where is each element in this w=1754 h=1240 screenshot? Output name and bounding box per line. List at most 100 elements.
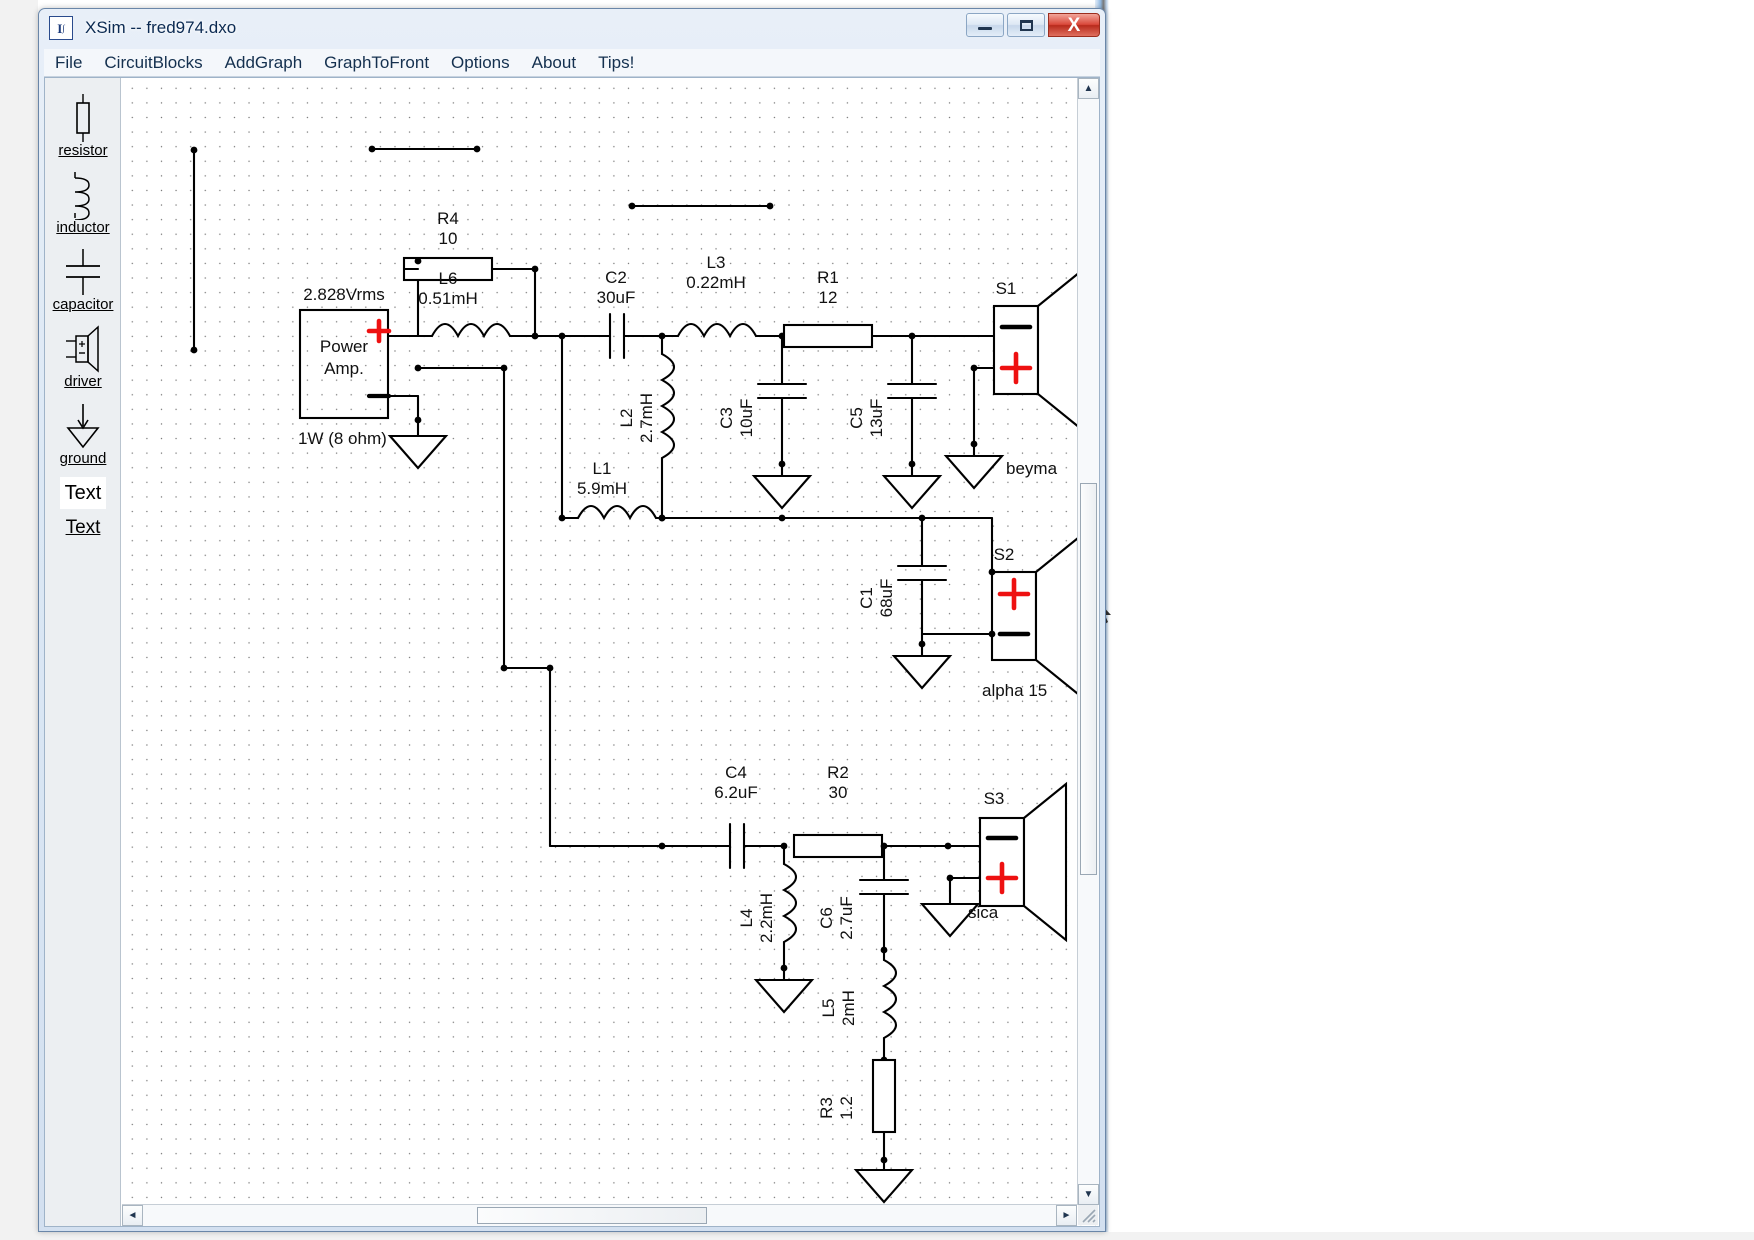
palette-item-text-label[interactable]: Text <box>45 509 121 539</box>
label-C1-value: 68uF <box>877 579 896 618</box>
inductor-L5 <box>881 948 898 1062</box>
resistor-R3 <box>871 1058 897 1134</box>
label-power-amp-line1: Power <box>320 337 369 356</box>
label-C4-value: 6.2uF <box>714 783 757 802</box>
ground-symbol-amp <box>387 418 449 470</box>
maximize-button[interactable] <box>1007 13 1045 37</box>
driver-icon <box>64 323 102 375</box>
horizontal-scrollbar[interactable]: ◄ ► <box>122 1204 1077 1226</box>
ground-symbol-C1 <box>891 642 953 690</box>
horizontal-scroll-thumb[interactable] <box>477 1207 707 1224</box>
menu-options[interactable]: Options <box>440 51 521 75</box>
label-L1-value: 5.9mH <box>577 479 627 498</box>
label-C1-ref: C1 <box>857 587 876 609</box>
label-R1-value: 12 <box>819 288 838 307</box>
scroll-left-button[interactable]: ◄ <box>122 1205 143 1226</box>
resize-grip[interactable] <box>1078 1205 1098 1225</box>
inductor-L6 <box>430 322 512 339</box>
vertical-scrollbar[interactable]: ▲ ▼ <box>1077 78 1099 1205</box>
driver-S1-cone <box>1036 269 1082 431</box>
label-power-amp-line2: Amp. <box>324 359 364 378</box>
vertical-scroll-thumb[interactable] <box>1080 483 1097 875</box>
ground-symbol-C5 <box>881 462 943 510</box>
minimize-icon <box>978 27 992 30</box>
stray-wire-top <box>368 145 481 153</box>
ground-symbol-R3 <box>853 1158 915 1204</box>
label-source-voltage: 2.828Vrms <box>303 285 385 304</box>
label-C6-ref: C6 <box>817 907 836 929</box>
window-title: XSim -- fred974.dxo <box>85 18 237 37</box>
scroll-right-button[interactable]: ► <box>1056 1205 1077 1226</box>
menu-graphtofront[interactable]: GraphToFront <box>313 51 440 75</box>
capacitor-C2 <box>580 312 664 360</box>
label-L5-value: 2mH <box>839 990 858 1026</box>
client-area: resistor inductor capacitor driver groun… <box>44 77 1100 1227</box>
menu-about[interactable]: About <box>521 51 587 75</box>
chevron-right-icon: ► <box>1061 1210 1072 1221</box>
menu-tips[interactable]: Tips! <box>587 51 645 75</box>
window-controls: X <box>963 13 1100 37</box>
label-C3-ref: C3 <box>717 407 736 429</box>
capacitor-C3 <box>756 334 808 466</box>
title-bar[interactable]: I ∫ XSim -- fred974.dxo X <box>39 9 1105 47</box>
label-C5-ref: C5 <box>847 407 866 429</box>
palette-item-inductor[interactable]: inductor <box>45 169 121 246</box>
label-S3-ref: S3 <box>984 789 1005 808</box>
label-R3-value: 1.2 <box>837 1096 856 1120</box>
app-icon: I ∫ <box>49 16 73 40</box>
label-L1-ref: L1 <box>593 459 612 478</box>
menu-circuitblocks[interactable]: CircuitBlocks <box>93 51 213 75</box>
ground-symbol-L4 <box>753 966 815 1014</box>
label-R3-ref: R3 <box>817 1097 836 1119</box>
driver-S3-cone <box>1022 781 1068 943</box>
label-S1-ref: S1 <box>996 279 1017 298</box>
label-source-power: 1W (8 ohm) <box>298 429 387 448</box>
label-S2-name: alpha 15 <box>982 681 1047 700</box>
palette-item-resistor[interactable]: resistor <box>45 92 121 169</box>
scroll-up-button[interactable]: ▲ <box>1078 78 1099 99</box>
menu-addgraph[interactable]: AddGraph <box>214 51 314 75</box>
xsim-window: I ∫ XSim -- fred974.dxo X File CircuitBlo… <box>38 8 1106 1232</box>
label-R4-ref: R4 <box>437 209 459 228</box>
maximize-icon <box>1019 19 1033 31</box>
desktop-bottom-strip <box>0 1232 1754 1240</box>
inductor-L4 <box>781 844 798 970</box>
desktop-left-strip <box>0 0 38 1240</box>
stray-wire-upper-right <box>628 202 774 210</box>
ground-icon <box>64 400 102 452</box>
capacitor-C5 <box>886 334 938 466</box>
inductor-L1 <box>576 504 658 521</box>
minimize-button[interactable] <box>966 13 1004 37</box>
scroll-down-button[interactable]: ▼ <box>1078 1184 1099 1205</box>
label-L2-ref: L2 <box>617 409 636 428</box>
label-L4-ref: L4 <box>737 909 756 928</box>
inductor-L2 <box>659 334 676 520</box>
resistor-R2 <box>792 833 884 859</box>
ground-symbol-C3 <box>751 462 813 510</box>
label-S1-name: beyma <box>1006 459 1058 478</box>
label-L3-value: 0.22mH <box>686 273 746 292</box>
label-C2-value: 30uF <box>597 288 636 307</box>
palette-item-ground[interactable]: ground <box>45 400 121 477</box>
palette-item-capacitor[interactable]: capacitor <box>45 246 121 323</box>
label-S2-ref: S2 <box>994 545 1015 564</box>
palette-item-driver[interactable]: driver <box>45 323 121 400</box>
schematic-canvas[interactable]: Power Amp. 2.828Vrms 1W (8 ohm) R4 10 L6… <box>122 78 1099 1226</box>
ground-symbol-S1 <box>943 442 1005 490</box>
label-L4-value: 2.2mH <box>757 893 776 943</box>
label-C2-ref: C2 <box>605 268 627 287</box>
circuit-schematic[interactable]: Power Amp. 2.828Vrms 1W (8 ohm) R4 10 L6… <box>122 78 1099 1226</box>
component-palette: resistor inductor capacitor driver groun… <box>45 78 121 1226</box>
menu-file[interactable]: File <box>44 51 93 75</box>
inductor-icon <box>66 169 100 221</box>
capacitor-icon <box>63 246 103 298</box>
close-button[interactable]: X <box>1048 13 1100 37</box>
palette-item-text-button[interactable]: Text <box>45 477 121 509</box>
label-L2-value: 2.7mH <box>637 393 656 443</box>
capacitor-C4 <box>660 822 786 870</box>
label-C6-value: 2.7uF <box>837 896 856 939</box>
menu-bar: File CircuitBlocks AddGraph GraphToFront… <box>44 49 1100 77</box>
label-R2-ref: R2 <box>827 763 849 782</box>
text-tool-button[interactable]: Text <box>60 477 106 509</box>
palette-label-capacitor: capacitor <box>52 296 114 313</box>
